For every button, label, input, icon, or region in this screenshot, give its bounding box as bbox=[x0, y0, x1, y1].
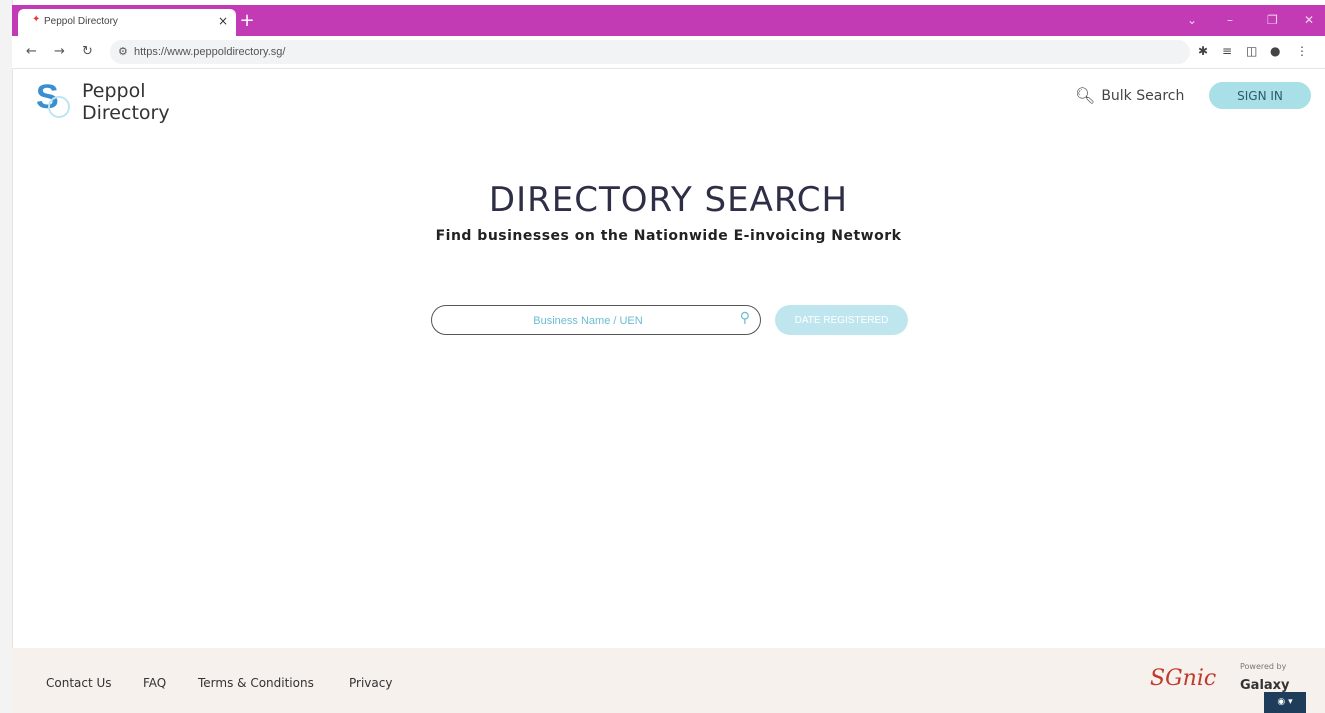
footer-link-faq[interactable]: FAQ bbox=[143, 676, 166, 690]
reading-list-icon[interactable]: ≡ bbox=[1222, 44, 1232, 58]
new-tab-button[interactable]: + bbox=[236, 10, 258, 32]
footer: Contact Us FAQ Terms & Conditions Privac… bbox=[12, 648, 1325, 713]
restore-icon[interactable]: ❐ bbox=[1267, 13, 1278, 27]
address-bar: ← → ↻ ⚙ https://www.peppoldirectory.sg/ … bbox=[12, 36, 1325, 69]
tab-close-icon[interactable]: × bbox=[218, 14, 228, 28]
tab-search-icon[interactable]: ⌄ bbox=[1187, 13, 1197, 27]
bulk-search-link[interactable]: 🔍︎ Bulk Search bbox=[1075, 86, 1184, 105]
title-bar: ✦ Peppol Directory × + ⌄ – ❐ ✕ bbox=[12, 5, 1325, 36]
side-panel-icon[interactable]: ◫ bbox=[1246, 44, 1257, 58]
url-text[interactable]: https://www.peppoldirectory.sg/ bbox=[134, 46, 285, 58]
footer-link-contact[interactable]: Contact Us bbox=[46, 676, 112, 690]
footer-link-terms[interactable]: Terms & Conditions bbox=[198, 676, 314, 690]
sgnic-logo: SGnic bbox=[1150, 666, 1217, 691]
browser-tab[interactable]: ✦ Peppol Directory × bbox=[18, 9, 236, 36]
site-info-icon[interactable]: ⚙ bbox=[118, 45, 128, 58]
chat-widget-icon[interactable]: ◉ ▾ bbox=[1264, 692, 1306, 713]
galaxy-logo: Galaxy bbox=[1240, 678, 1290, 693]
search-box: ⚲ bbox=[431, 305, 761, 335]
search-input[interactable] bbox=[446, 310, 730, 332]
date-registered-button[interactable]: DATE REGISTERED bbox=[775, 305, 908, 335]
profile-icon[interactable]: ● bbox=[1270, 44, 1280, 58]
sign-in-button[interactable]: SIGN IN bbox=[1209, 82, 1311, 109]
logo-text[interactable]: Peppol Directory bbox=[82, 80, 170, 124]
logo-line-1: Peppol bbox=[82, 80, 146, 102]
minimize-icon[interactable]: – bbox=[1227, 13, 1233, 27]
browser-window: ✦ Peppol Directory × + ⌄ – ❐ ✕ ← → ↻ ⚙ h… bbox=[12, 0, 1325, 713]
favicon-icon: ✦ bbox=[32, 14, 41, 25]
tab-title: Peppol Directory bbox=[44, 16, 118, 27]
search-icon: 🔍︎ bbox=[1075, 86, 1096, 105]
page-subtitle: Find businesses on the Nationwide E-invo… bbox=[435, 228, 902, 244]
logo-line-2: Directory bbox=[82, 102, 170, 124]
url-box[interactable]: ⚙ https://www.peppoldirectory.sg/ bbox=[110, 40, 1190, 64]
footer-link-privacy[interactable]: Privacy bbox=[349, 676, 392, 690]
close-window-icon[interactable]: ✕ bbox=[1304, 13, 1314, 27]
page-title: DIRECTORY SEARCH bbox=[488, 180, 849, 220]
extensions-icon[interactable]: ✱ bbox=[1198, 44, 1208, 58]
reload-icon[interactable]: ↻ bbox=[82, 44, 93, 59]
logo-icon[interactable]: S bbox=[36, 80, 70, 118]
logo-ring bbox=[48, 96, 70, 118]
powered-by-label: Powered by bbox=[1240, 662, 1287, 671]
menu-icon[interactable]: ⋮ bbox=[1296, 44, 1308, 58]
search-submit-icon[interactable]: ⚲ bbox=[740, 310, 750, 326]
forward-icon[interactable]: → bbox=[54, 44, 65, 59]
bulk-search-label: Bulk Search bbox=[1101, 87, 1185, 104]
back-icon[interactable]: ← bbox=[26, 44, 37, 59]
